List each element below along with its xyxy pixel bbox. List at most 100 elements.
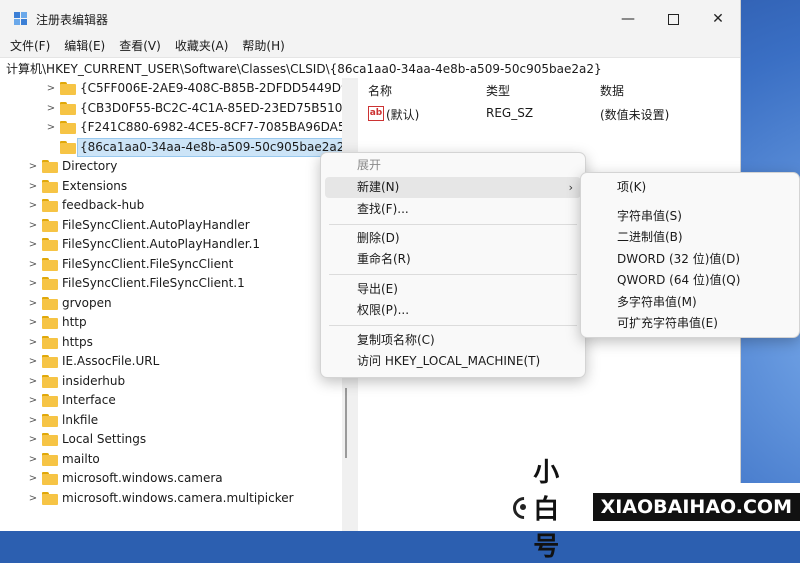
chevron-right-icon[interactable]: >: [28, 177, 38, 197]
column-header-type[interactable]: 类型: [486, 82, 510, 99]
scrollbar-thumb[interactable]: [345, 388, 347, 458]
tree-item-label: microsoft.windows.camera: [62, 471, 223, 485]
tree-item[interactable]: {86ca1aa0-34aa-4e8b-a509-50c905bae2a2}: [0, 137, 342, 158]
menu-edit[interactable]: 编辑(E): [50, 38, 105, 58]
chevron-right-icon[interactable]: >: [28, 274, 38, 294]
tree-item[interactable]: > microsoft.windows.camera.multipicker: [0, 489, 342, 509]
registry-app-icon: [14, 12, 28, 26]
chevron-right-icon[interactable]: >: [28, 235, 38, 255]
tree-item[interactable]: > {F241C880-6982-4CE5-8CF7-7085BA96DA5A}: [0, 118, 342, 138]
folder-icon: [42, 277, 58, 290]
submenu-item-dword-value[interactable]: DWORD (32 位)值(D): [585, 249, 795, 270]
tree-item[interactable]: > http: [0, 313, 342, 333]
tree-item[interactable]: > mailto: [0, 450, 342, 470]
tree-item[interactable]: > https: [0, 333, 342, 353]
tree-item[interactable]: > FileSyncClient.FileSyncClient.1: [0, 274, 342, 294]
maximize-button[interactable]: [662, 8, 684, 30]
chevron-right-icon[interactable]: >: [28, 372, 38, 392]
menu-favorites[interactable]: 收藏夹(A): [161, 38, 229, 58]
tree-item[interactable]: > microsoft.windows.camera: [0, 469, 342, 489]
chevron-right-icon[interactable]: >: [28, 157, 38, 177]
chevron-right-icon[interactable]: >: [28, 430, 38, 450]
value-data: (数值未设置): [600, 108, 670, 122]
menu-item-new-label: 新建(N): [357, 180, 400, 194]
menu-item-find[interactable]: 查找(F)...: [325, 199, 581, 220]
tree-item-label: {F241C880-6982-4CE5-8CF7-7085BA96DA5A}: [80, 120, 342, 134]
tree-item-label: Local Settings: [62, 432, 147, 446]
chevron-right-icon[interactable]: >: [28, 469, 38, 489]
tree-item-label: Directory: [62, 159, 118, 173]
submenu-item-string-value[interactable]: 字符串值(S): [585, 206, 795, 227]
tree-item-label: Extensions: [62, 178, 128, 193]
column-header-data[interactable]: 数据: [600, 82, 624, 99]
chevron-right-icon[interactable]: >: [28, 391, 38, 411]
watermark-logo: 小白号 XIAOBAIHAO.COM: [500, 458, 800, 562]
tree-item[interactable]: > feedback-hub: [0, 196, 342, 216]
tree-item[interactable]: > FileSyncClient.AutoPlayHandler.1: [0, 235, 342, 255]
folder-icon: [42, 238, 58, 251]
chevron-right-icon[interactable]: >: [28, 294, 38, 314]
submenu-item-multi-string-value[interactable]: 多字符串值(M): [585, 292, 795, 313]
tree-item-label: FileSyncClient.AutoPlayHandler: [62, 217, 250, 232]
tree-item[interactable]: > {CB3D0F55-BC2C-4C1A-85ED-23ED75B5106B}: [0, 99, 342, 119]
tree-item[interactable]: > lnkfile: [0, 411, 342, 431]
chevron-right-icon[interactable]: >: [28, 255, 38, 275]
folder-icon: [42, 316, 58, 329]
key-tree[interactable]: > {C5FF006E-2AE9-408C-B85B-2DFDD5449D9C} >…: [0, 78, 342, 531]
column-header-name[interactable]: 名称: [368, 82, 392, 99]
close-button[interactable]: ✕: [707, 8, 729, 30]
chevron-right-icon[interactable]: >: [46, 79, 56, 99]
chevron-right-icon[interactable]: >: [46, 118, 56, 138]
chevron-right-icon[interactable]: >: [28, 489, 38, 509]
chevron-right-icon[interactable]: >: [28, 450, 38, 470]
tree-item[interactable]: > grvopen: [0, 294, 342, 314]
submenu-item-qword-value[interactable]: QWORD (64 位)值(Q): [585, 270, 795, 291]
tree-item[interactable]: > Extensions: [0, 177, 342, 197]
menu-view[interactable]: 查看(V): [105, 38, 161, 58]
tree-item[interactable]: > FileSyncClient.AutoPlayHandler: [0, 216, 342, 236]
tree-item[interactable]: > Interface: [0, 391, 342, 411]
new-submenu: 项(K) 字符串值(S) 二进制值(B) DWORD (32 位)值(D) QW…: [580, 172, 800, 338]
chevron-right-icon[interactable]: >: [28, 196, 38, 216]
menu-item-copy-key-name[interactable]: 复制项名称(C): [325, 330, 581, 351]
menu-item-visit-hklm[interactable]: 访问 HKEY_LOCAL_MACHINE(T): [325, 351, 581, 372]
folder-icon: [42, 394, 58, 407]
folder-icon: [42, 433, 58, 446]
chevron-right-icon[interactable]: >: [28, 333, 38, 353]
menu-help[interactable]: 帮助(H): [228, 38, 284, 58]
menu-item-rename[interactable]: 重命名(R): [325, 249, 581, 270]
menu-separator: [329, 224, 577, 225]
chevron-right-icon[interactable]: >: [28, 216, 38, 236]
menu-item-new[interactable]: 新建(N) ›: [325, 177, 581, 198]
menu-file[interactable]: 文件(F): [0, 38, 50, 58]
tree-item[interactable]: > Directory: [0, 157, 342, 177]
folder-icon: [42, 218, 58, 232]
tree-item[interactable]: > insiderhub: [0, 372, 342, 392]
tree-item-label: FileSyncClient.FileSyncClient: [62, 256, 234, 271]
tree-item[interactable]: > Local Settings: [0, 430, 342, 450]
chevron-right-icon[interactable]: >: [28, 411, 38, 431]
menu-item-expand[interactable]: 展开: [325, 155, 581, 176]
tree-item-label: feedback-hub: [62, 198, 145, 212]
tree-item[interactable]: > FileSyncClient.FileSyncClient: [0, 255, 342, 275]
folder-icon: [60, 140, 76, 154]
chevron-right-icon[interactable]: >: [46, 99, 56, 119]
menu-item-delete[interactable]: 删除(D): [325, 228, 581, 249]
value-name[interactable]: (默认): [386, 106, 419, 123]
submenu-item-expandable-string-value[interactable]: 可扩充字符串值(E): [585, 313, 795, 334]
broadcast-icon: [508, 492, 540, 524]
tree-item[interactable]: > IE.AssocFile.URL: [0, 352, 342, 372]
minimize-button[interactable]: —: [617, 8, 639, 30]
submenu-item-binary-value[interactable]: 二进制值(B): [585, 227, 795, 248]
chevron-right-icon: ›: [568, 181, 573, 194]
chevron-right-icon[interactable]: >: [28, 313, 38, 333]
address-bar[interactable]: 计算机\HKEY_CURRENT_USER\Software\Classes\C…: [0, 57, 740, 79]
tree-item[interactable]: > {C5FF006E-2AE9-408C-B85B-2DFDD5449D9C}: [0, 79, 342, 99]
folder-icon: [42, 160, 58, 173]
chevron-right-icon[interactable]: >: [28, 352, 38, 372]
submenu-item-key[interactable]: 项(K): [585, 177, 795, 198]
menu-item-export[interactable]: 导出(E): [325, 279, 581, 300]
watermark-cn: 小白号: [533, 457, 562, 562]
address-path[interactable]: 计算机\HKEY_CURRENT_USER\Software\Classes\C…: [6, 60, 602, 77]
menu-item-permissions[interactable]: 权限(P)...: [325, 300, 581, 321]
